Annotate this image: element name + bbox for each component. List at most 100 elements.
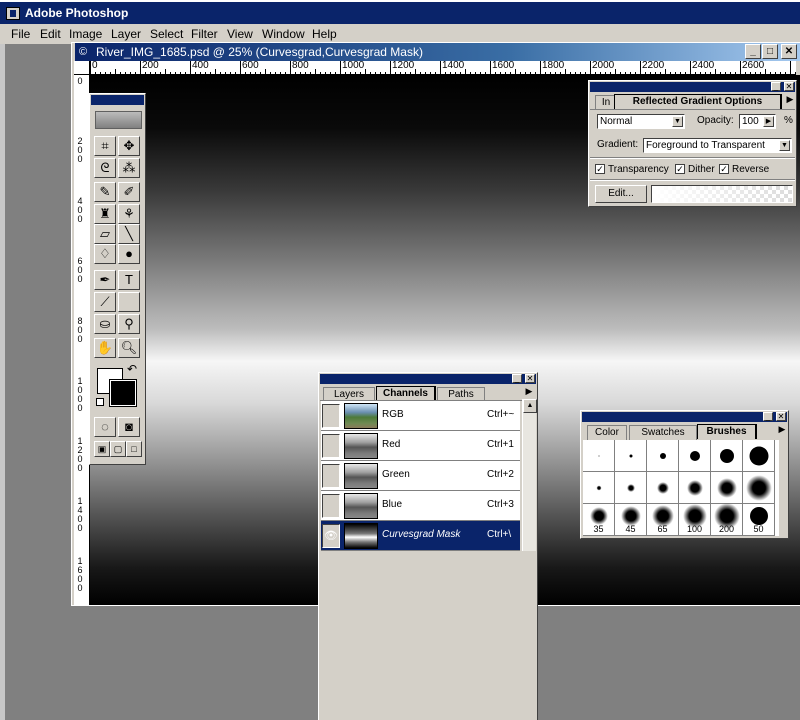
transparency-checkbox[interactable]: ✓ Transparency (595, 164, 669, 175)
full-screen-menu-mode-icon[interactable]: ▢ (110, 441, 126, 457)
horizontal-ruler[interactable]: 0 200 400 600 800 1000 1200 1400 1600 18… (90, 61, 796, 75)
blend-mode-select[interactable]: Normal ▼ (597, 114, 685, 129)
airbrush-tool-icon[interactable]: ✎ (94, 182, 116, 202)
channel-row-green[interactable]: Green Ctrl+2 (321, 461, 520, 491)
menu-file[interactable]: File (11, 27, 30, 41)
tab-brushes[interactable]: Brushes (697, 424, 757, 439)
background-color-swatch[interactable] (109, 379, 137, 407)
brush-preset[interactable] (711, 472, 743, 504)
brushes-close-button[interactable]: ✕ (776, 412, 786, 421)
edit-gradient-button[interactable]: Edit... (595, 185, 647, 203)
reverse-checkbox[interactable]: ✓ Reverse (719, 164, 769, 175)
visibility-toggle[interactable] (322, 404, 340, 428)
crop-tool-icon[interactable]: ⌗ (94, 136, 116, 156)
quick-mask-mode-icon[interactable]: ◙ (118, 417, 140, 437)
opacity-input[interactable]: 100 ▶ (739, 114, 776, 129)
visibility-toggle[interactable] (322, 494, 340, 518)
channel-row-rgb[interactable]: RGB Ctrl+~ (321, 401, 520, 431)
lasso-tool-icon[interactable]: ᘓ (94, 158, 116, 178)
slider-arrow-icon[interactable]: ▶ (763, 116, 774, 127)
menu-edit[interactable]: Edit (40, 27, 61, 41)
dither-checkbox[interactable]: ✓ Dither (675, 164, 715, 175)
brush-preset[interactable] (743, 472, 775, 504)
dodge-tool-icon[interactable]: ● (118, 244, 140, 264)
menu-image[interactable]: Image (69, 27, 102, 41)
vertical-ruler[interactable]: 0 200 400 600 800 1000 1200 1400 1600 (74, 75, 90, 605)
menu-layer[interactable]: Layer (111, 27, 141, 41)
standard-screen-mode-icon[interactable]: ▣ (94, 441, 110, 457)
menu-view[interactable]: View (227, 27, 253, 41)
toolbox-eye-logo[interactable] (95, 111, 142, 129)
blur-tool-icon[interactable]: ♢ (94, 244, 116, 264)
tab-channels[interactable]: Channels (376, 386, 436, 401)
palette-menu-arrow-icon[interactable]: ▶ (784, 92, 796, 106)
brush-preset[interactable]: 45 (615, 504, 647, 536)
brush-preset[interactable] (711, 440, 743, 472)
paint-bucket-tool-icon[interactable]: ⛀ (94, 314, 116, 334)
history-brush-tool-icon[interactable]: ⚘ (118, 204, 140, 224)
swap-colors-icon[interactable]: ↶ (127, 362, 137, 376)
brush-preset[interactable] (647, 472, 679, 504)
palette-menu-arrow-icon[interactable]: ▶ (523, 384, 535, 398)
tab-swatches[interactable]: Swatches (629, 425, 697, 440)
brush-preset[interactable]: 100 (679, 504, 711, 536)
brush-preset[interactable] (583, 440, 615, 472)
close-button[interactable]: ✕ (781, 44, 797, 59)
brush-preset[interactable] (615, 440, 647, 472)
gradient-select[interactable]: Foreground to Transparent ▼ (643, 138, 792, 153)
move-tool-icon[interactable]: ✥ (118, 136, 140, 156)
pencil-tool-icon[interactable]: ╲ (118, 224, 140, 244)
channels-minimize-button[interactable]: _ (512, 374, 522, 383)
brush-preset[interactable] (583, 472, 615, 504)
gradient-tool-icon[interactable] (118, 292, 140, 312)
hand-tool-icon[interactable]: ✋ (94, 338, 116, 358)
visibility-toggle[interactable] (322, 434, 340, 458)
brush-preset[interactable] (615, 472, 647, 504)
eye-icon[interactable]: 👁︎ (322, 524, 340, 548)
photoshop-app-icon[interactable] (6, 7, 20, 20)
menu-window[interactable]: Window (262, 27, 305, 41)
maximize-button[interactable]: □ (762, 44, 778, 59)
full-screen-mode-icon[interactable]: □ (126, 441, 142, 457)
document-icon[interactable]: © (79, 46, 92, 58)
dropdown-arrow-icon[interactable]: ▼ (779, 140, 790, 151)
brushes-minimize-button[interactable]: _ (763, 412, 773, 421)
pen-tool-icon[interactable]: ✒ (94, 270, 116, 290)
menu-help[interactable]: Help (312, 27, 337, 41)
options-minimize-button[interactable]: _ (771, 82, 781, 91)
brush-preset[interactable] (679, 472, 711, 504)
channel-row-red[interactable]: Red Ctrl+1 (321, 431, 520, 461)
channels-scrollbar[interactable]: ▲ (522, 399, 537, 551)
brush-preset[interactable]: 200 (711, 503, 743, 536)
rubber-stamp-tool-icon[interactable]: ♜ (94, 204, 116, 224)
magic-wand-tool-icon[interactable]: ⁂ (118, 158, 140, 178)
visibility-toggle[interactable] (322, 464, 340, 488)
channel-row-blue[interactable]: Blue Ctrl+3 (321, 491, 520, 521)
eyedropper-tool-icon[interactable]: ⚲ (118, 314, 140, 334)
dropdown-arrow-icon[interactable]: ▼ (672, 116, 683, 127)
document-title-bar[interactable]: © River_IMG_1685.psd @ 25% (Curvesgrad,C… (75, 43, 800, 61)
ruler-origin[interactable] (74, 61, 90, 75)
palette-menu-arrow-icon[interactable]: ▶ (776, 422, 788, 436)
channel-row-curvesgrad-mask[interactable]: 👁︎ Curvesgrad Mask Ctrl+\ (321, 521, 520, 551)
eraser-tool-icon[interactable]: ▱ (94, 224, 116, 244)
brush-preset[interactable] (743, 440, 775, 472)
type-tool-icon[interactable]: T (118, 270, 140, 290)
minimize-button[interactable]: _ (745, 44, 761, 59)
menu-select[interactable]: Select (150, 27, 183, 41)
brush-preset[interactable] (647, 440, 679, 472)
brush-preset[interactable] (679, 440, 711, 472)
brush-preset[interactable]: 65 (647, 504, 679, 536)
paintbrush-tool-icon[interactable]: ✐ (118, 182, 140, 202)
tab-reflected-gradient-options[interactable]: Reflected Gradient Options (614, 94, 782, 109)
scroll-up-icon[interactable]: ▲ (523, 399, 537, 413)
brush-preset[interactable]: 50 (743, 504, 775, 536)
tab-color[interactable]: Color (587, 425, 627, 440)
measure-tool-icon[interactable]: ⟋ (94, 292, 116, 312)
options-title-bar[interactable] (590, 82, 795, 92)
channels-close-button[interactable]: ✕ (525, 374, 535, 383)
channels-title-bar[interactable] (320, 374, 536, 384)
toolbox-title-bar[interactable] (91, 95, 144, 105)
options-close-button[interactable]: ✕ (784, 82, 794, 91)
zoom-tool-icon[interactable]: 🔍︎ (118, 338, 140, 358)
